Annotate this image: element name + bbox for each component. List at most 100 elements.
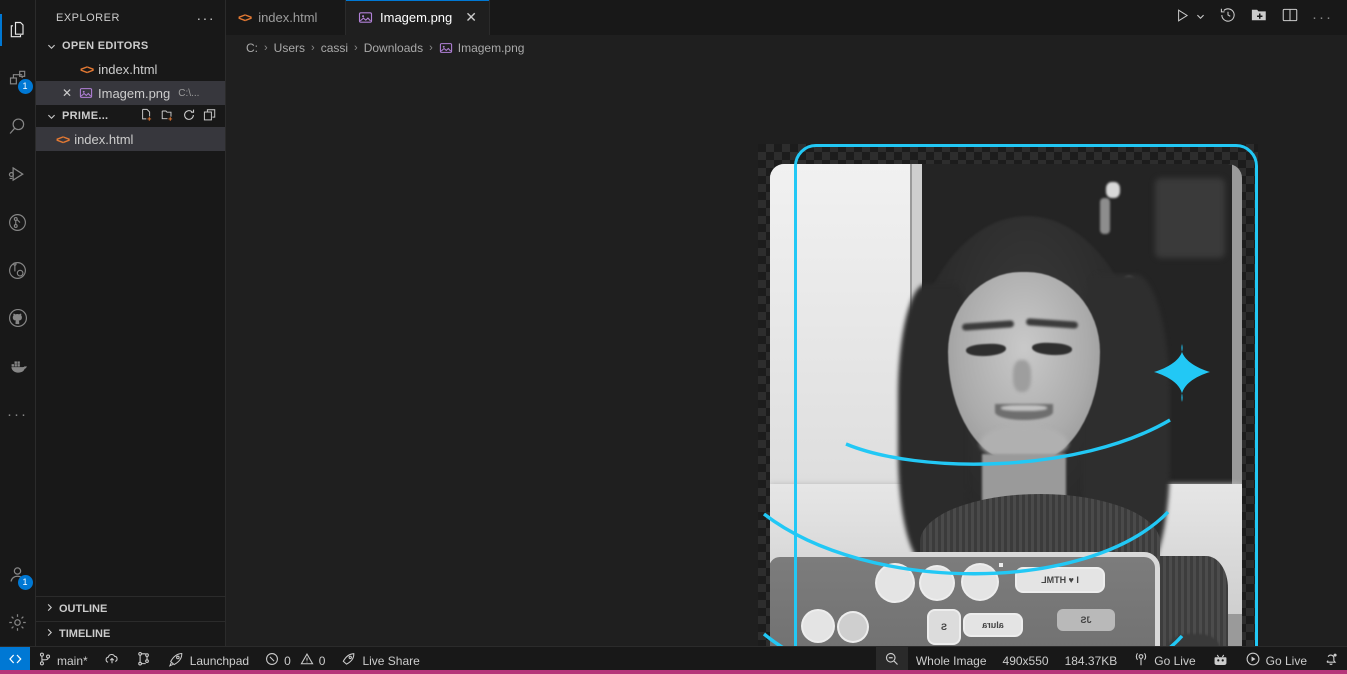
live-share-icon — [341, 651, 357, 670]
github-icon — [7, 307, 29, 329]
status-image-fit-label: Whole Image — [915, 653, 987, 668]
section-folder[interactable]: PRIME... — [36, 105, 225, 127]
open-editor-label: Imagem.png — [98, 85, 171, 101]
broadcast-icon — [1133, 651, 1149, 670]
status-go-live-server-label: Go Live — [1154, 653, 1196, 668]
breadcrumb-label: Imagem.png — [457, 41, 525, 55]
activity-item-source-control[interactable]: 1 — [0, 54, 36, 102]
activity-item-explorer[interactable] — [0, 6, 36, 54]
section-outline[interactable]: OUTLINE — [36, 596, 225, 621]
tab-imagem-png[interactable]: Imagem.png ✕ — [346, 0, 490, 35]
browser-icon — [1212, 651, 1229, 671]
image-content: I ♥ HTML JS S alura — [758, 144, 1258, 646]
breadcrumb: C: › Users › cassi › Downloads › Imagem.… — [226, 35, 1347, 61]
chevron-right-icon — [44, 602, 55, 616]
breadcrumb-separator: › — [354, 42, 358, 54]
image-icon — [358, 10, 373, 25]
ellipsis-icon[interactable]: ··· — [1312, 9, 1333, 26]
activity-item-github[interactable] — [0, 294, 36, 342]
section-timeline-label: TIMELINE — [59, 628, 111, 640]
play-icon[interactable] — [1174, 7, 1191, 29]
breadcrumb-label: Users — [273, 41, 306, 55]
breadcrumb-separator: › — [264, 42, 268, 54]
tab-bar-filler — [490, 0, 1160, 35]
activity-item-remote-explorer[interactable] — [0, 246, 36, 294]
image-preview-editor[interactable]: I ♥ HTML JS S alura — [226, 61, 1347, 646]
split-editor-icon[interactable] — [1281, 6, 1299, 29]
warning-icon — [300, 652, 314, 669]
history-icon[interactable] — [1219, 6, 1237, 29]
git-graph-icon — [136, 651, 152, 670]
source-control-badge: 1 — [17, 79, 33, 94]
sidebar-title: EXPLORER — [56, 11, 120, 24]
section-timeline[interactable]: TIMELINE — [36, 621, 225, 646]
open-editor-index-html[interactable]: <> index.html — [36, 57, 225, 81]
editor-tab-bar: <> index.html Imagem.png ✕ ··· — [226, 0, 1347, 35]
status-warning-count: 0 — [318, 653, 326, 668]
breadcrumb-item-1[interactable]: Users — [274, 41, 305, 55]
section-open-editors-label: OPEN EDITORS — [62, 40, 149, 52]
section-open-editors[interactable]: OPEN EDITORS — [36, 35, 225, 57]
activity-item-more-views[interactable]: ··· — [0, 390, 36, 438]
section-folder-label: PRIME... — [62, 110, 109, 122]
activity-bar: 1 ··· 1 — [0, 0, 36, 646]
remote-icon — [7, 651, 23, 670]
new-folder-icon[interactable] — [161, 108, 175, 125]
activity-item-search[interactable] — [0, 102, 36, 150]
image-canvas[interactable]: I ♥ HTML JS S alura — [758, 144, 1258, 646]
ellipsis-icon: ··· — [7, 405, 28, 423]
status-live-share-label: Live Share — [362, 653, 420, 668]
activity-item-manage-settings[interactable] — [0, 598, 36, 646]
activity-item-docker[interactable] — [0, 342, 36, 390]
explorer-sidebar: EXPLORER ··· OPEN EDITORS <> index.html … — [36, 0, 226, 646]
new-file-icon[interactable] — [140, 108, 154, 125]
file-item-index-html[interactable]: <> index.html — [36, 127, 225, 151]
breadcrumb-separator: › — [311, 42, 315, 54]
tab-index-html[interactable]: <> index.html — [226, 0, 346, 35]
open-editor-imagem-png[interactable]: ✕ Imagem.png C:\... — [36, 81, 225, 105]
bell-dot-icon — [1323, 651, 1339, 670]
breadcrumb-label: C: — [246, 41, 258, 55]
folder-plus-icon[interactable] — [1250, 6, 1268, 29]
html-icon: <> — [238, 10, 252, 25]
collapse-all-icon[interactable] — [203, 108, 217, 125]
editor-actions: ··· — [1160, 0, 1347, 35]
image-icon — [79, 86, 93, 100]
files-icon — [8, 20, 28, 40]
chevron-down-icon — [44, 111, 58, 122]
section-outline-label: OUTLINE — [59, 603, 108, 615]
activity-item-accounts[interactable]: 1 — [0, 550, 36, 598]
sidebar-more-actions-icon[interactable]: ··· — [197, 11, 216, 25]
breadcrumb-item-3[interactable]: Downloads — [364, 41, 423, 55]
activity-item-run-and-debug[interactable] — [0, 150, 36, 198]
run-debug-icon — [7, 164, 28, 185]
chevron-down-icon[interactable] — [1195, 11, 1206, 24]
html-icon: <> — [80, 61, 94, 77]
source-control-icon — [38, 652, 52, 669]
close-icon[interactable]: ✕ — [60, 86, 74, 100]
activity-item-testing[interactable] — [0, 198, 36, 246]
breadcrumb-label: Downloads — [363, 41, 424, 55]
search-icon — [7, 116, 28, 137]
status-branch-label: main* — [57, 653, 88, 668]
breadcrumb-item-2[interactable]: cassi — [321, 41, 348, 55]
status-image-size-label: 184.37KB — [1064, 653, 1118, 668]
breadcrumb-item-4[interactable]: Imagem.png — [439, 41, 525, 55]
error-icon — [265, 652, 279, 669]
refresh-icon[interactable] — [182, 108, 196, 125]
file-item-label: index.html — [74, 131, 134, 147]
html-icon: <> — [56, 131, 70, 147]
open-editor-path-hint: C:\... — [178, 87, 200, 99]
tab-label: index.html — [258, 10, 318, 25]
artwork-cyan-frame — [794, 144, 1258, 646]
tab-close-icon[interactable]: ✕ — [465, 9, 477, 26]
play-circle-icon — [1245, 651, 1261, 670]
folder-actions — [140, 108, 225, 125]
workbench-body: 1 ··· 1 EXPLORER ··· OPEN EDITORS <> ind… — [0, 0, 1347, 646]
gear-icon — [7, 612, 28, 633]
remote-explorer-icon — [7, 260, 28, 281]
image-icon — [439, 41, 453, 55]
status-launchpad-label: Launchpad — [189, 653, 250, 668]
breadcrumb-item-0[interactable]: C: — [246, 41, 258, 55]
breadcrumb-label: cassi — [320, 41, 349, 55]
